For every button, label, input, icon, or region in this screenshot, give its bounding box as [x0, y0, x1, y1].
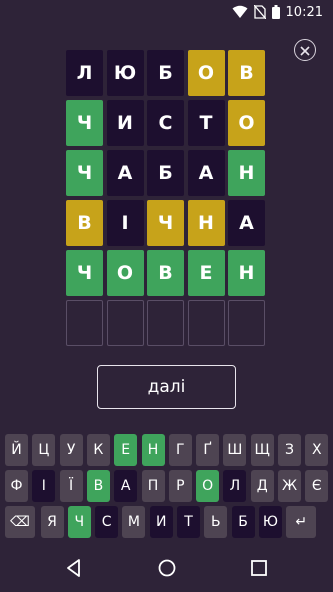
empty-tile [187, 300, 225, 346]
letter-tile: В [228, 50, 265, 96]
key-button[interactable]: Ґ [196, 434, 220, 466]
letter-tile: В [147, 250, 184, 296]
letter-tile: Н [228, 250, 265, 296]
key-button[interactable]: О [196, 470, 220, 502]
letter-tile: С [147, 100, 184, 146]
key-button[interactable]: Е [114, 434, 138, 466]
key-button[interactable]: Ф [5, 470, 28, 502]
key-button[interactable]: У [59, 434, 83, 466]
status-bar: 10:21 [0, 0, 333, 24]
key-button[interactable]: Ш [223, 434, 247, 466]
empty-tile [228, 300, 265, 346]
key-button[interactable]: Ц [32, 434, 56, 466]
key-button[interactable]: І [32, 470, 56, 502]
letter-tile: Ю [106, 50, 144, 96]
letter-tile: Е [187, 250, 225, 296]
back-icon[interactable] [64, 558, 84, 578]
wifi-icon [232, 5, 248, 19]
next-button[interactable]: далі [97, 365, 236, 409]
recents-icon[interactable] [249, 558, 269, 578]
letter-tile: Н [228, 150, 265, 196]
key-button[interactable]: Т [177, 506, 200, 538]
empty-tile [106, 300, 144, 346]
letter-tile: Л [66, 50, 103, 96]
letter-tile: Т [187, 100, 225, 146]
key-button[interactable]: А [114, 470, 138, 502]
no-sim-icon [253, 5, 266, 19]
key-button[interactable]: Ь [204, 506, 228, 538]
keyboard-row: ⌫ Я Ч С М И Т Ь Б Ю ↵ [0, 506, 333, 538]
letter-tile: Б [147, 150, 184, 196]
close-icon [300, 41, 310, 60]
letter-tile: Ч [147, 200, 184, 246]
letter-tile: О [106, 250, 144, 296]
key-button[interactable]: Щ [250, 434, 274, 466]
navigation-bar [0, 544, 333, 592]
enter-icon[interactable]: ↵ [286, 506, 317, 538]
on-screen-keyboard: Й Ц У К Е Н Г Ґ Ш Щ З Х Ф І Ї В А П Р О Л Д Ж Є ⌫ Я Ч С М И Т Ь Б Ю ↵ [0, 430, 333, 542]
key-button[interactable]: П [141, 470, 165, 502]
key-button[interactable]: Ж [278, 470, 301, 502]
game-board: ЛЮБОВЧИСТОЧАБАНВІЧНАЧОВЕН [66, 50, 265, 346]
keyboard-row: ЙЦУКЕНГҐШЩЗХ [0, 434, 333, 466]
key-button[interactable]: Г [168, 434, 192, 466]
key-button[interactable]: Р [168, 470, 192, 502]
letter-tile: Б [147, 50, 184, 96]
status-time: 10:21 [285, 4, 323, 20]
key-button[interactable]: Д [250, 470, 274, 502]
key-button[interactable]: Х [305, 434, 329, 466]
letter-tile: А [228, 200, 265, 246]
letter-tile: І [106, 200, 144, 246]
key-button[interactable]: З [278, 434, 301, 466]
close-button[interactable] [294, 39, 316, 61]
key-button[interactable]: Ч [67, 506, 91, 538]
letter-tile: В [66, 200, 103, 246]
letter-tile: Ч [66, 100, 103, 146]
key-button[interactable]: К [86, 434, 110, 466]
empty-tile [66, 300, 103, 346]
letter-tile: И [106, 100, 144, 146]
key-button[interactable]: Н [141, 434, 165, 466]
key-button[interactable]: С [95, 506, 119, 538]
letter-tile: Ч [66, 250, 103, 296]
empty-tile [147, 300, 184, 346]
key-button[interactable]: Є [305, 470, 329, 502]
key-button[interactable]: Й [5, 434, 28, 466]
key-button[interactable]: Я [40, 506, 64, 538]
letter-tile: А [106, 150, 144, 196]
letter-tile: Н [187, 200, 225, 246]
key-button[interactable]: В [86, 470, 110, 502]
key-button[interactable]: Л [223, 470, 247, 502]
key-button[interactable]: И [149, 506, 173, 538]
letter-tile: О [228, 100, 265, 146]
key-button[interactable]: Ї [59, 470, 83, 502]
home-icon[interactable] [157, 558, 177, 578]
key-button[interactable]: Б [231, 506, 255, 538]
backspace-icon[interactable]: ⌫ [5, 506, 35, 538]
key-button[interactable]: М [122, 506, 146, 538]
letter-tile: А [187, 150, 225, 196]
battery-icon [271, 5, 280, 19]
key-button[interactable]: Ю [258, 506, 282, 538]
letter-tile: Ч [66, 150, 103, 196]
letter-tile: О [187, 50, 225, 96]
keyboard-row: ФІЇВАПРОЛДЖЄ [0, 470, 333, 502]
